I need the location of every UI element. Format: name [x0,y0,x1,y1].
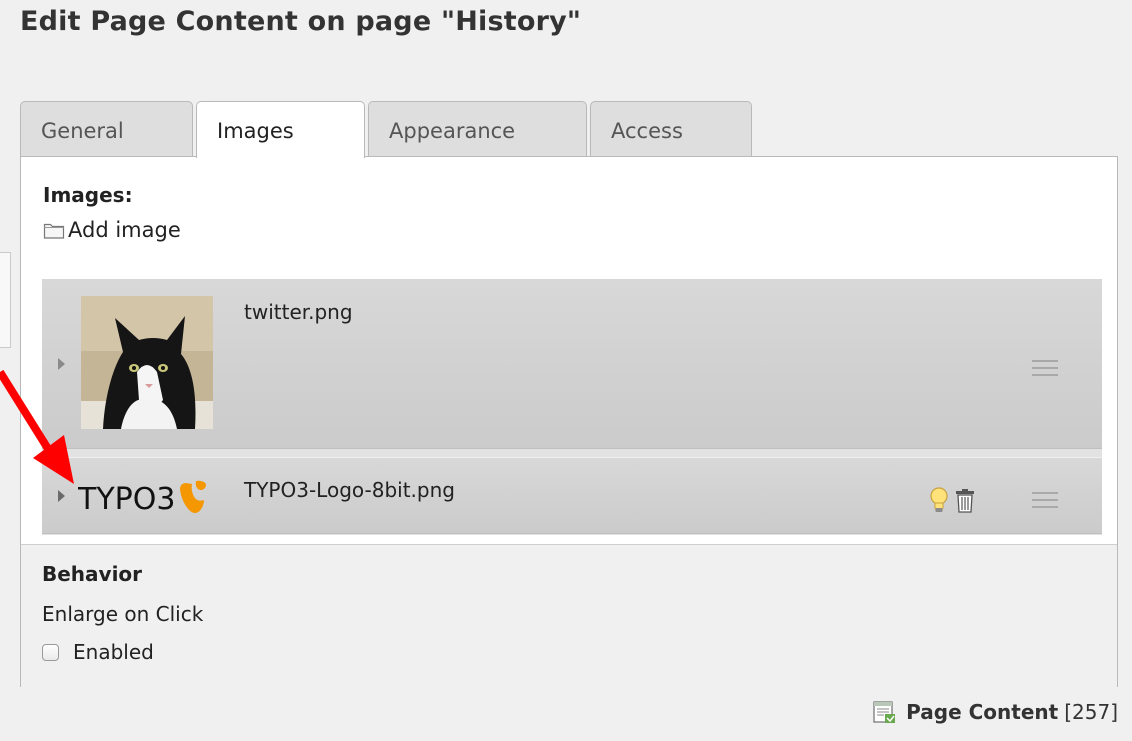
expand-arrow-icon[interactable] [58,358,65,370]
behavior-section: Behavior Enlarge on Click Enabled [21,544,1117,687]
drag-handle-icon[interactable] [1032,492,1058,508]
typo3-logo-text: TYPO3 [78,482,175,517]
drag-handle-icon[interactable] [1032,360,1058,376]
tab-appearance[interactable]: Appearance [368,101,587,156]
add-image-label: Add image [68,218,181,242]
record-info: Page Content [257] [872,700,1118,724]
expand-arrow-icon[interactable] [58,490,65,502]
trash-icon[interactable] [954,486,976,514]
page-title: Edit Page Content on page "History" [20,6,582,37]
image-item-typo3-logo[interactable]: TYPO3 TYPO3-Logo-8bit.png [42,457,1102,534]
page-content-icon [873,701,896,723]
tab-general[interactable]: General [20,101,193,156]
image-list: twitter.png TYPO3 TYPO3-Logo-8bit.png [42,279,1102,535]
enabled-checkbox[interactable] [42,643,59,661]
image-filename: twitter.png [244,300,353,324]
images-field-label: Images: [43,183,133,207]
record-id: [257] [1064,700,1118,724]
behavior-title: Behavior [42,562,143,586]
typo3-logo-thumbnail: TYPO3 [78,480,206,517]
folder-icon [43,223,65,239]
tab-panel-images: Images: Add image twitter.png TYPO3 TYPO… [20,156,1118,687]
record-type: Page Content [906,700,1059,724]
enabled-checkbox-row[interactable]: Enabled [42,640,154,664]
add-image-button[interactable]: Add image [43,218,181,242]
enabled-checkbox-label: Enabled [73,640,154,664]
lightbulb-icon[interactable] [928,486,950,514]
left-edge-panel [0,252,11,348]
tab-bar: General Images Appearance Access [20,101,780,158]
tab-access[interactable]: Access [590,101,752,156]
kitten-thumbnail [81,296,213,429]
tab-images[interactable]: Images [196,101,365,158]
image-filename: TYPO3-Logo-8bit.png [244,478,455,502]
image-item-twitter[interactable]: twitter.png [42,279,1102,449]
enlarge-on-click-label: Enlarge on Click [42,602,204,626]
